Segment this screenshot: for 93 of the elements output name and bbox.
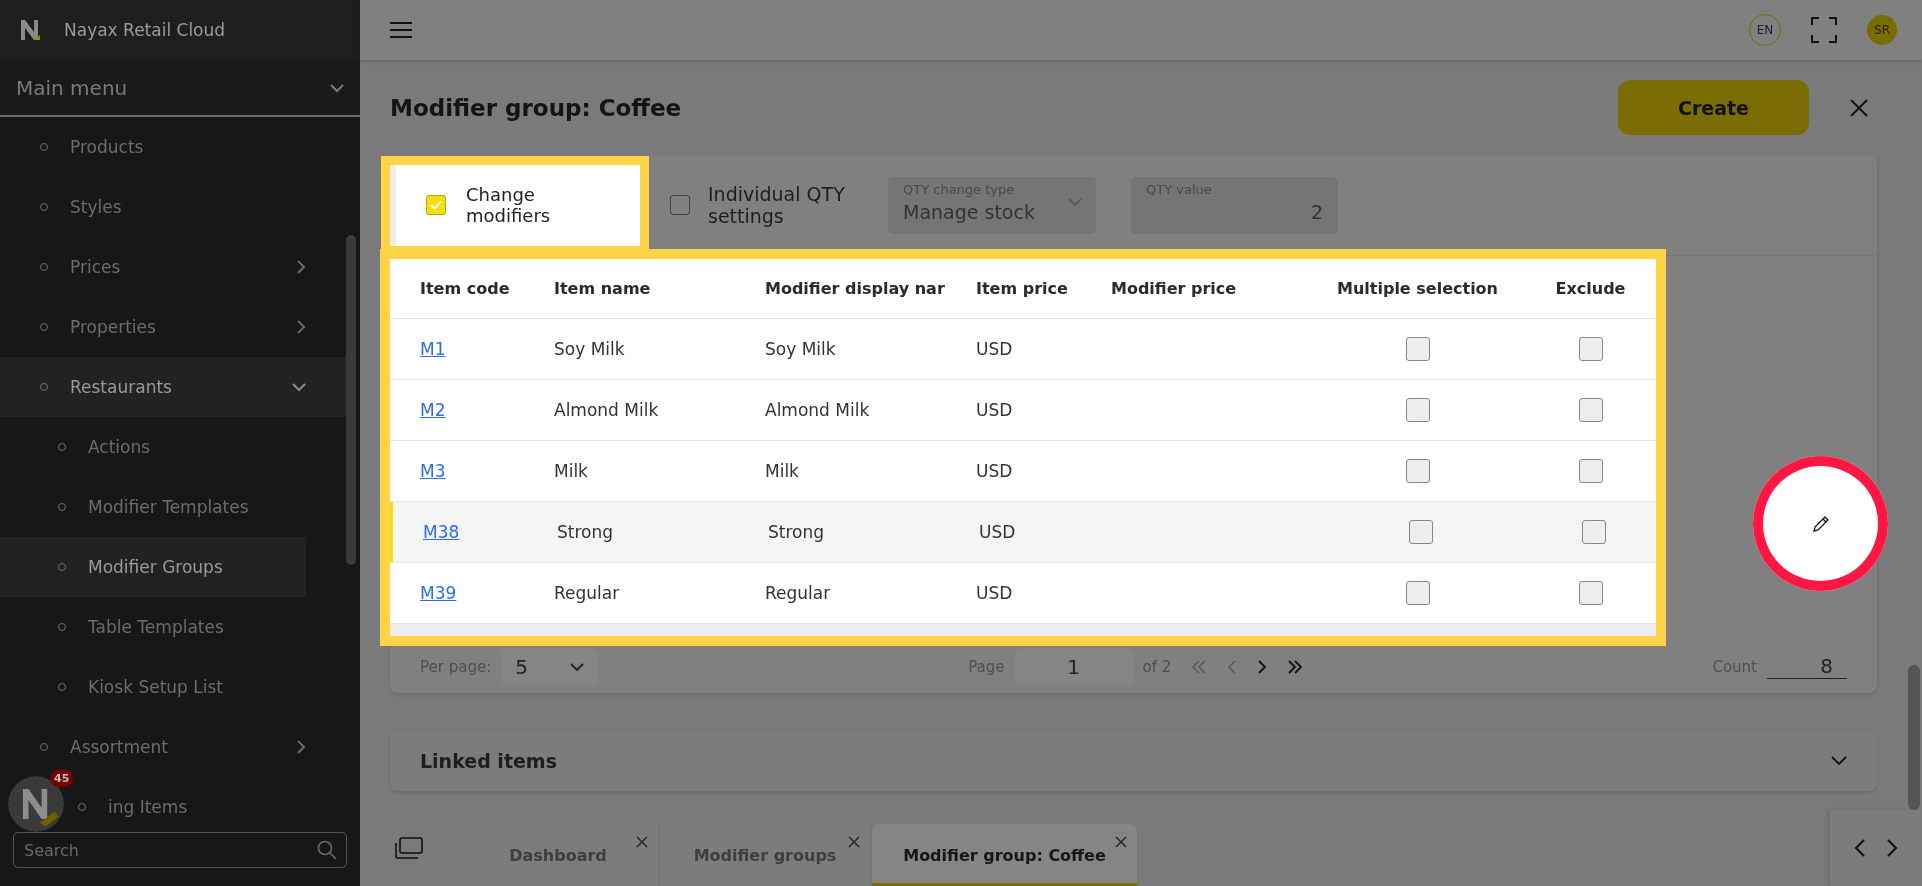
create-button[interactable]: Create bbox=[1618, 80, 1809, 135]
column-header: Exclude bbox=[1554, 279, 1627, 298]
page-field[interactable]: 1 bbox=[1014, 648, 1133, 685]
checkbox[interactable] bbox=[426, 195, 446, 215]
column-header: Item price bbox=[975, 279, 1069, 298]
panel-title: Linked items bbox=[420, 750, 557, 772]
column-header: Modifier display nar bbox=[764, 279, 946, 298]
checkbox[interactable] bbox=[1405, 581, 1430, 605]
previous-tab-icon[interactable] bbox=[1854, 839, 1866, 857]
chevron-down-icon bbox=[292, 382, 306, 392]
scrollbar-thumb[interactable] bbox=[1908, 665, 1920, 810]
table-row[interactable]: M1 Soy Milk Soy Milk USD bbox=[390, 319, 1656, 380]
column-header: Item code bbox=[419, 279, 511, 298]
chevron-right-icon bbox=[296, 740, 306, 754]
notification-badge: 45 bbox=[50, 770, 74, 787]
chevron-down-icon bbox=[570, 661, 585, 672]
checkbox[interactable] bbox=[1408, 520, 1433, 544]
checkbox[interactable] bbox=[670, 195, 690, 215]
count-field: 8 bbox=[1767, 654, 1847, 679]
app-title: Nayax Retail Cloud bbox=[64, 20, 226, 40]
table-cell-text: Almond Milk bbox=[553, 400, 660, 420]
chevron-down-icon bbox=[1068, 196, 1082, 207]
column-header: Multiple selection bbox=[1336, 279, 1499, 298]
checkbox[interactable] bbox=[1578, 398, 1603, 422]
checkbox[interactable] bbox=[1581, 520, 1606, 544]
table-cell-text: USD bbox=[978, 522, 1017, 542]
chevron-down-icon bbox=[330, 82, 344, 93]
table-row[interactable]: M2 Almond Milk Almond Milk USD bbox=[390, 380, 1656, 441]
close-icon[interactable] bbox=[1115, 836, 1127, 848]
menu-item[interactable]: Table Templates bbox=[0, 597, 346, 657]
last-page-icon[interactable] bbox=[1287, 659, 1304, 674]
linked-items-panel[interactable]: Linked items bbox=[390, 731, 1877, 791]
menu-item[interactable]: ing Items bbox=[78, 777, 346, 820]
checkbox[interactable] bbox=[1405, 459, 1430, 483]
table-cell-text: Strong bbox=[556, 522, 615, 542]
next-page-icon[interactable] bbox=[1257, 659, 1268, 674]
per-page-select[interactable]: 5 bbox=[501, 648, 599, 685]
check-icon bbox=[430, 200, 442, 210]
logo-icon bbox=[20, 18, 42, 42]
first-page-icon[interactable] bbox=[1191, 659, 1208, 674]
previous-page-icon[interactable] bbox=[1227, 659, 1238, 674]
table-cell-text: USD bbox=[975, 583, 1014, 603]
table-row[interactable]: M38 Strong Strong USD bbox=[390, 502, 1656, 563]
column-header: Item name bbox=[553, 279, 652, 298]
table-cell-text: Milk bbox=[764, 461, 800, 481]
menu-item[interactable]: Modifier Templates bbox=[0, 477, 346, 537]
close-icon[interactable] bbox=[1849, 97, 1869, 118]
close-icon[interactable] bbox=[636, 836, 648, 848]
chevron-right-icon bbox=[296, 320, 306, 334]
table-cell-text: USD bbox=[975, 339, 1014, 359]
table-cell-text: USD bbox=[975, 400, 1014, 420]
menu-item[interactable]: Modifier Groups bbox=[0, 537, 306, 597]
fullscreen-icon[interactable] bbox=[1811, 17, 1837, 43]
checkbox-label: Individual QTY settings bbox=[708, 183, 846, 227]
table-cell-text: Soy Milk bbox=[764, 339, 837, 359]
menu-item[interactable]: Products bbox=[0, 117, 346, 177]
checkbox[interactable] bbox=[1578, 337, 1603, 361]
menu-item[interactable]: Properties bbox=[0, 297, 346, 357]
chevron-down-icon bbox=[1831, 756, 1847, 766]
item-code-link[interactable]: M38 bbox=[393, 522, 547, 542]
menu-item[interactable]: Styles bbox=[0, 177, 346, 237]
scrollbar-thumb[interactable] bbox=[346, 235, 356, 565]
windows-icon[interactable] bbox=[395, 837, 423, 859]
item-code-link[interactable]: M3 bbox=[390, 461, 544, 481]
item-code-link[interactable]: M1 bbox=[390, 339, 544, 359]
checkbox-label: Change modifiers bbox=[466, 184, 552, 226]
table-cell-text: USD bbox=[975, 461, 1014, 481]
menu-item[interactable]: Kiosk Setup List bbox=[0, 657, 346, 717]
next-tab-icon[interactable] bbox=[1886, 839, 1898, 857]
menu-item[interactable]: Prices bbox=[0, 237, 346, 297]
menu-item[interactable]: Actions bbox=[0, 417, 346, 477]
table-cell-text: Soy Milk bbox=[553, 339, 626, 359]
table-cell-text: Almond Milk bbox=[764, 400, 871, 420]
menu-item[interactable]: Restaurants bbox=[0, 357, 346, 417]
close-icon[interactable] bbox=[848, 836, 860, 848]
item-code-link[interactable]: M2 bbox=[390, 400, 544, 420]
checkbox[interactable] bbox=[1578, 581, 1603, 605]
menu-icon[interactable] bbox=[390, 22, 412, 38]
chevron-right-icon bbox=[296, 260, 306, 274]
checkbox[interactable] bbox=[1578, 459, 1603, 483]
tab[interactable]: Modifier group: Coffee bbox=[872, 824, 1139, 886]
table-cell-text: Regular bbox=[764, 583, 832, 603]
search-icon bbox=[317, 840, 337, 860]
checkbox[interactable] bbox=[1405, 337, 1430, 361]
user-avatar[interactable]: SR bbox=[1867, 15, 1897, 45]
item-code-link[interactable]: M39 bbox=[390, 583, 544, 603]
checkbox[interactable] bbox=[1405, 398, 1430, 422]
search-field[interactable]: Search bbox=[13, 832, 347, 868]
table-cell-text: Regular bbox=[553, 583, 621, 603]
page-title: Modifier group: Coffee bbox=[390, 94, 683, 121]
table-cell-text: Milk bbox=[553, 461, 589, 481]
table-cell-text: Strong bbox=[767, 522, 826, 542]
column-header: Modifier price bbox=[1110, 279, 1238, 298]
